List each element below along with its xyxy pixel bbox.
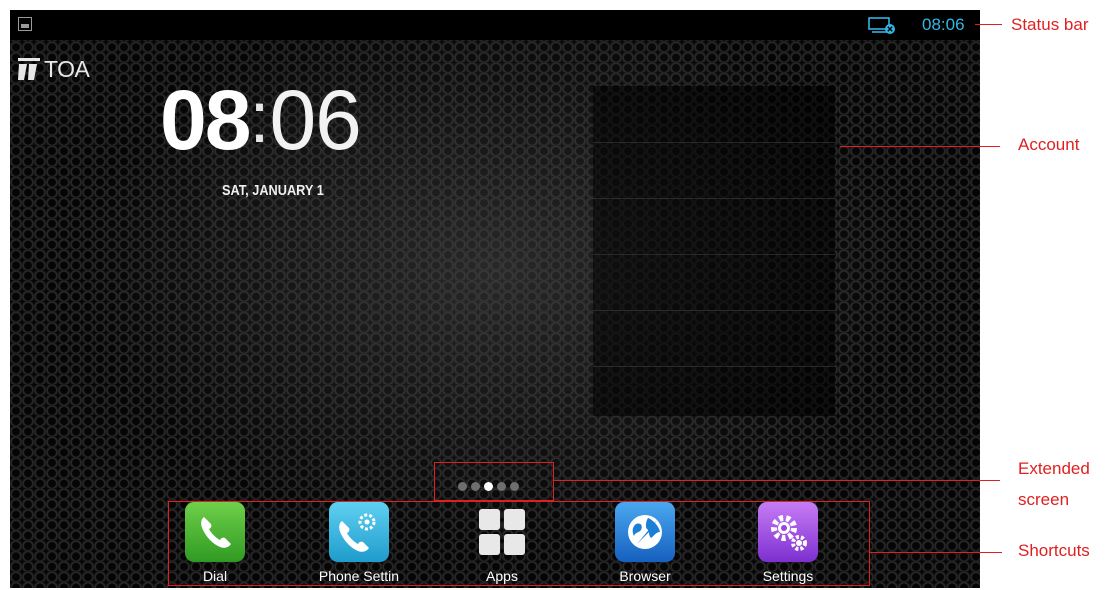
shortcuts-callout-line xyxy=(870,552,1002,553)
account-callout-line xyxy=(840,146,1000,147)
account-divider xyxy=(593,254,835,255)
screenshot-notification-icon xyxy=(18,17,32,31)
account-divider xyxy=(593,310,835,311)
account-panel[interactable] xyxy=(593,86,835,416)
extended-screen-highlight xyxy=(434,462,554,501)
toa-logo-icon xyxy=(18,58,40,80)
extended-screen-callout: Extended xyxy=(1018,459,1090,478)
shortcuts-highlight xyxy=(168,501,870,586)
status-bar: 08:06 xyxy=(10,10,980,40)
shortcuts-callout: Shortcuts xyxy=(1018,541,1090,560)
account-divider xyxy=(593,198,835,199)
logo-text: TOA xyxy=(44,56,90,82)
network-disconnected-icon xyxy=(868,17,895,34)
clock-hour: 08 xyxy=(160,73,251,167)
clock-separator: : xyxy=(249,78,270,158)
extended-screen-callout-line xyxy=(554,480,1000,481)
account-divider xyxy=(593,142,835,143)
clock-minute: 06 xyxy=(269,73,361,167)
status-bar-callout: Status bar xyxy=(1011,15,1089,34)
clock-date: SAT, JANUARY 1 xyxy=(222,182,324,199)
extended-screen-callout-line2: screen xyxy=(1018,490,1070,509)
account-callout: Account xyxy=(1018,135,1080,154)
status-bar-callout-line xyxy=(975,24,1002,25)
status-time: 08:06 xyxy=(922,15,965,34)
clock-widget[interactable]: 08:06 xyxy=(160,70,362,170)
account-divider xyxy=(593,366,835,367)
